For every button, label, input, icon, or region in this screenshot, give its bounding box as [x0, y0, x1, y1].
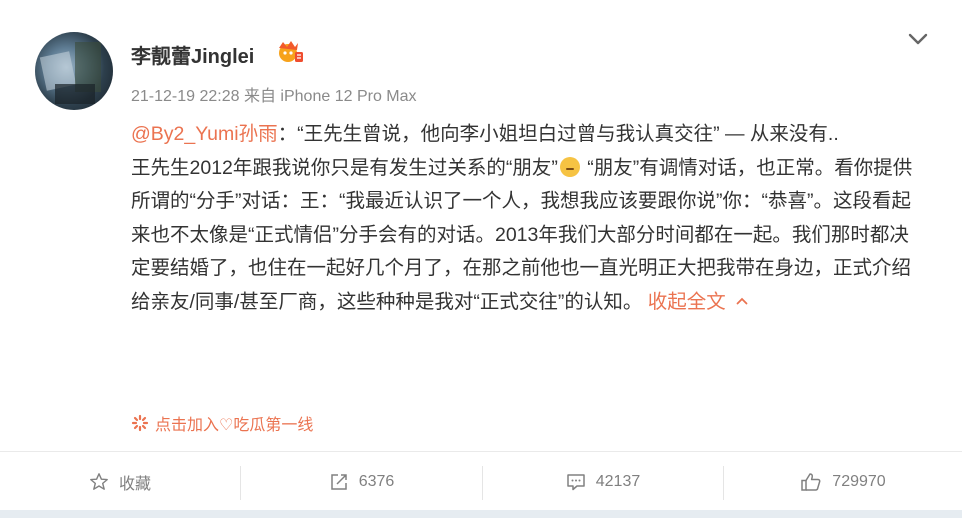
comment-count: 42137: [595, 473, 641, 490]
chevron-up-icon: [736, 297, 748, 304]
main-paragraph: 王先生2012年跟我说你只是有发生过关系的“朋友” “朋友”有调情对话，也正常。…: [131, 152, 921, 320]
like-count: 729970: [832, 473, 886, 490]
promo-label: 点击加入♡吃瓜第一线: [155, 417, 314, 434]
more-chevron-icon[interactable]: [906, 30, 930, 48]
repost-icon: [330, 474, 347, 490]
star-icon: [90, 473, 108, 490]
favorite-label: 收藏: [118, 476, 151, 493]
quote-text: ：“王先生曾说，他向李小姐坦白过曾与我认真交往” — 从来没有..: [277, 123, 839, 145]
paragraph-part-b: “朋友”有调情对话，也正常。看你提供所谓的“分手”对话：王：“我最近认识了一个人…: [131, 156, 913, 313]
promo-flower-icon: [131, 414, 149, 432]
repost-button[interactable]: 6376: [241, 452, 482, 512]
collapse-link[interactable]: 收起全文: [648, 291, 748, 313]
paragraph-part-a: 王先生2012年跟我说你只是有发生过关系的“朋友”: [131, 156, 558, 179]
post-body: @By2_Yumi孙雨：“王先生曾说，他向李小姐坦白过曾与我认真交往” — 从来…: [131, 118, 921, 319]
weibo-post-card: 李靓蕾Jinglei 21-12-19 22:28 来自 iPhone 12 P…: [0, 0, 962, 519]
author-name[interactable]: 李靓蕾Jinglei: [131, 40, 254, 69]
like-icon: [801, 473, 821, 491]
post-source: 来自 iPhone 12 Pro Max: [243, 88, 417, 105]
repost-count: 6376: [358, 473, 395, 490]
favorite-button[interactable]: 收藏: [0, 452, 240, 512]
collapse-label: 收起全文: [647, 290, 726, 313]
avatar[interactable]: [35, 32, 113, 110]
mention-link[interactable]: @By2_Yumi孙雨: [131, 123, 278, 145]
action-bar: 收藏 6376 42137 729970: [0, 451, 962, 519]
post-meta: 21-12-19 22:28 来自 iPhone 12 Pro Max: [131, 82, 417, 106]
post-timestamp[interactable]: 21-12-19 22:28: [131, 88, 240, 105]
quote-line: @By2_Yumi孙雨：“王先生曾说，他向李小姐坦白过曾与我认真交往” — 从来…: [131, 118, 921, 152]
avatar-detail: [55, 84, 95, 104]
comment-button[interactable]: 42137: [483, 452, 723, 512]
page-background-strip: [0, 510, 962, 518]
promo-link[interactable]: 点击加入♡吃瓜第一线: [131, 411, 313, 435]
thinking-emoji-icon: [559, 156, 580, 177]
like-button[interactable]: 729970: [724, 452, 962, 512]
member-badge-icon[interactable]: [276, 40, 304, 64]
comment-icon: [567, 474, 585, 491]
